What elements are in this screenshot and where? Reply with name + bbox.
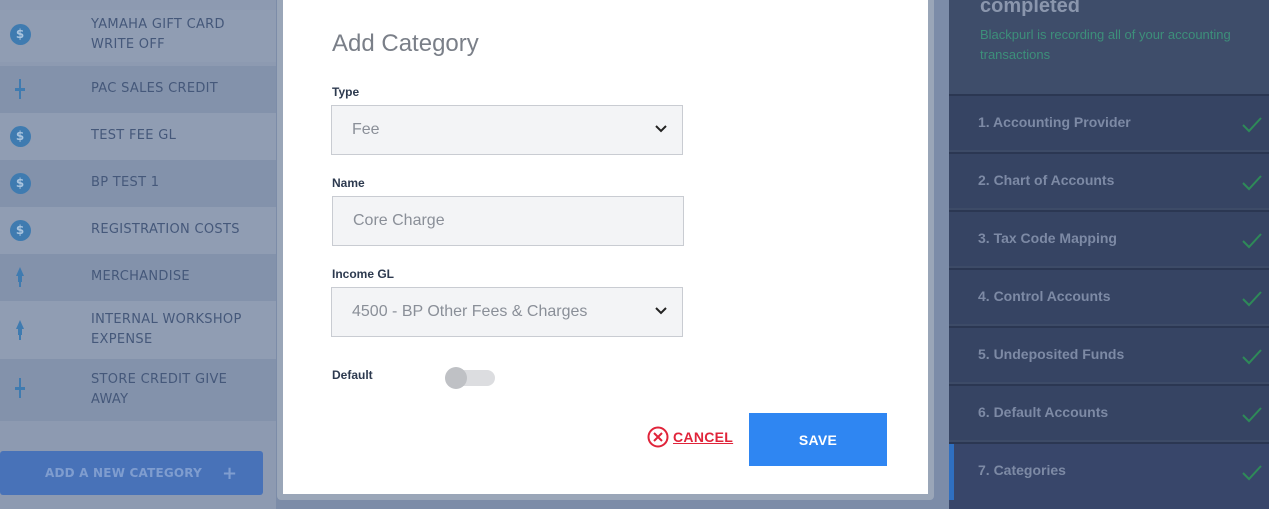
category-row[interactable]: STORE CREDIT GIVE AWAY <box>0 359 276 421</box>
step-control-accounts[interactable]: 4. Control Accounts <box>949 268 1269 324</box>
type-select[interactable]: Fee <box>331 105 683 155</box>
income-gl-value: 4500 - BP Other Fees & Charges <box>352 303 588 320</box>
step-label: 2. Chart of Accounts <box>978 172 1115 188</box>
step-label: 6. Default Accounts <box>978 404 1109 420</box>
cancel-label: CANCEL <box>673 429 734 445</box>
progress-header: completed Blackpurl is recording all of … <box>949 0 1269 94</box>
category-row[interactable]: $ REGISTRATION COSTS <box>0 207 276 254</box>
dollar-coin-icon: $ <box>9 125 31 147</box>
pin-icon <box>9 78 31 100</box>
check-icon <box>1242 175 1262 191</box>
default-label: Default <box>332 368 373 382</box>
toggle-knob <box>445 367 467 389</box>
check-icon <box>1242 349 1262 365</box>
step-label: 3. Tax Code Mapping <box>978 230 1117 246</box>
active-step-indicator <box>949 444 954 500</box>
step-chart-of-accounts[interactable]: 2. Chart of Accounts <box>949 152 1269 208</box>
default-toggle[interactable] <box>445 367 495 389</box>
check-icon <box>1242 407 1262 423</box>
chevron-down-icon <box>655 307 667 315</box>
category-label: YAMAHA GIFT CARD WRITE OFF <box>91 17 225 52</box>
step-label: 1. Accounting Provider <box>978 114 1131 130</box>
category-list-panel: $ YAMAHA GIFT CARD WRITE OFF PAC SALES C… <box>0 0 276 509</box>
category-row[interactable]: $ BP TEST 1 <box>0 160 276 207</box>
tag-icon <box>9 319 31 341</box>
dollar-coin-icon: $ <box>9 219 31 241</box>
step-label: 5. Undeposited Funds <box>978 346 1125 362</box>
type-label: Type <box>332 85 360 99</box>
setup-progress-panel: completed Blackpurl is recording all of … <box>949 0 1269 509</box>
modal-body: Add Category Type Fee Name Income GL 450… <box>283 0 928 494</box>
progress-title: completed <box>980 0 1081 17</box>
add-category-label: ADD A NEW CATEGORY <box>45 466 202 480</box>
name-input[interactable] <box>332 196 684 246</box>
step-accounting-provider[interactable]: 1. Accounting Provider <box>949 94 1269 150</box>
check-icon <box>1242 117 1262 133</box>
check-icon <box>1242 233 1262 249</box>
save-button[interactable]: SAVE <box>749 413 887 466</box>
step-categories[interactable]: 7. Categories <box>949 442 1269 509</box>
name-label: Name <box>332 176 365 190</box>
category-label: BP TEST 1 <box>91 175 160 190</box>
category-label: REGISTRATION COSTS <box>91 222 240 237</box>
check-icon <box>1242 465 1262 481</box>
step-label: 4. Control Accounts <box>978 288 1111 304</box>
close-circle-icon <box>647 426 669 448</box>
add-category-button[interactable]: ADD A NEW CATEGORY + <box>0 451 263 495</box>
income-gl-label: Income GL <box>332 267 395 281</box>
tag-icon <box>9 266 31 288</box>
type-value: Fee <box>352 121 380 138</box>
add-category-modal: Add Category Type Fee Name Income GL 450… <box>277 0 934 500</box>
category-label: TEST FEE GL <box>91 128 177 143</box>
income-gl-select[interactable]: 4500 - BP Other Fees & Charges <box>331 287 683 337</box>
plus-icon: + <box>221 462 238 484</box>
dollar-coin-icon: $ <box>9 172 31 194</box>
pin-icon <box>9 377 31 399</box>
dollar-coin-icon: $ <box>9 23 31 45</box>
check-icon <box>1242 291 1262 307</box>
category-label: PAC SALES CREDIT <box>91 81 219 96</box>
modal-title: Add Category <box>332 30 479 57</box>
category-row[interactable]: INTERNAL WORKSHOP EXPENSE <box>0 301 276 359</box>
chevron-down-icon <box>655 125 667 133</box>
category-row[interactable]: PAC SALES CREDIT <box>0 66 276 113</box>
step-default-accounts[interactable]: 6. Default Accounts <box>949 384 1269 440</box>
category-row[interactable]: $ YAMAHA GIFT CARD WRITE OFF <box>0 10 276 62</box>
step-tax-code-mapping[interactable]: 3. Tax Code Mapping <box>949 210 1269 266</box>
category-label: MERCHANDISE <box>91 269 190 284</box>
category-row[interactable]: $ TEST FEE GL <box>0 113 276 160</box>
category-label: INTERNAL WORKSHOP EXPENSE <box>91 312 242 347</box>
step-label: 7. Categories <box>978 462 1066 478</box>
step-undeposited-funds[interactable]: 5. Undeposited Funds <box>949 326 1269 382</box>
progress-subtitle: Blackpurl is recording all of your accou… <box>980 27 1231 62</box>
category-row[interactable]: MERCHANDISE <box>0 254 276 301</box>
cancel-button[interactable]: CANCEL <box>647 426 733 448</box>
category-label: STORE CREDIT GIVE AWAY <box>91 372 228 407</box>
